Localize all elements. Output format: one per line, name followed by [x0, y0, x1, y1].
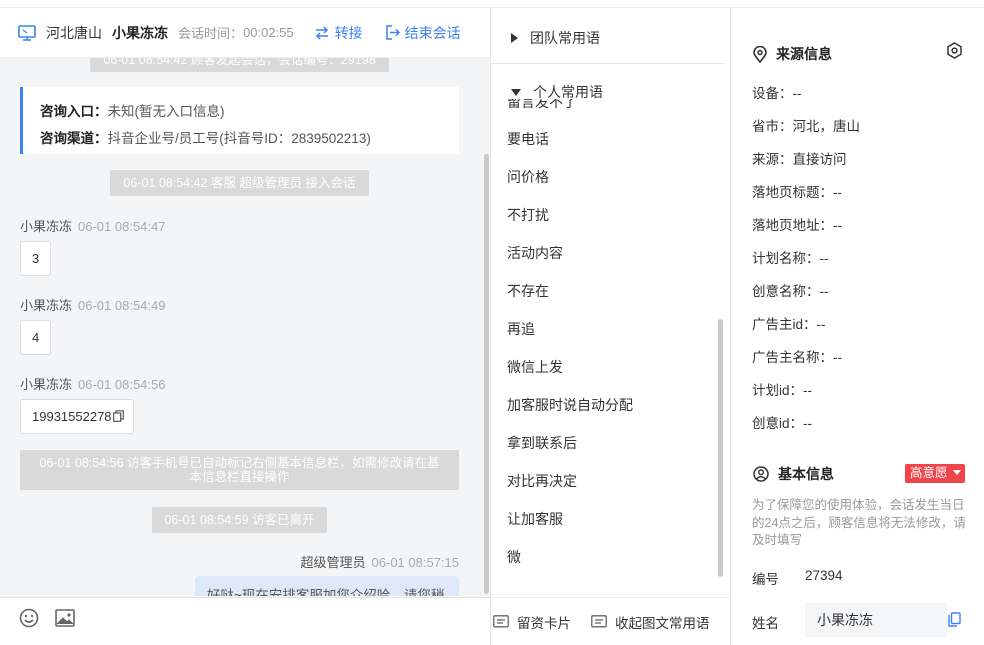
intent-level-dropdown[interactable]: 高意愿: [905, 464, 965, 483]
logout-icon: [385, 25, 400, 40]
system-message-session-start: 06-01 08:54:42 顾客发起会话，会话编号：29198: [90, 58, 389, 72]
chat-panel: 河北唐山 小果冻冻 会话时间： 00:02:55 转接 结束会话 06-01 0…: [0, 0, 491, 645]
transfer-button[interactable]: 转接: [314, 23, 363, 43]
copy-icon[interactable]: [948, 612, 961, 627]
message-sender: 小果冻冻 06-01 08:54:56: [20, 377, 166, 392]
monitor-icon: [18, 24, 36, 41]
phrase-item[interactable]: 要电话: [507, 129, 549, 149]
phrase-item[interactable]: 问价格: [507, 167, 549, 187]
lead-card-button[interactable]: 留资卡片: [493, 612, 571, 632]
info-source: 来源：直接访问: [752, 152, 847, 167]
caret-right-icon: [511, 33, 518, 43]
entry-info-card: 咨询入口：未知(暂无入口信息) 咨询渠道：抖音企业号/员工号(抖音号ID：283…: [20, 87, 459, 154]
id-label: 编号: [752, 572, 779, 587]
end-session-label: 结束会话: [404, 24, 461, 41]
entry-row: 咨询入口：未知(暂无入口信息): [40, 104, 225, 119]
smile-icon[interactable]: [19, 608, 39, 628]
phrase-item[interactable]: 加客服时说自动分配: [507, 395, 633, 415]
info-device: 设备：--: [752, 86, 802, 101]
phrase-item[interactable]: 不打扰: [507, 205, 549, 225]
settings-icon[interactable]: [946, 42, 963, 59]
basic-info-heading: 基本信息: [753, 464, 834, 484]
info-province-city: 省市：河北，唐山: [752, 119, 860, 134]
system-message-agent-join: 06-01 08:54:42 客服 超级管理员 接入会话: [110, 170, 369, 196]
channel-row: 咨询渠道：抖音企业号/员工号(抖音号ID：2839502213): [40, 131, 371, 146]
system-message-visitor-left: 06-01 08:54:59 访客已离开: [152, 507, 327, 533]
phrase-item[interactable]: 不存在: [507, 281, 549, 301]
message-bubble[interactable]: 3: [20, 241, 52, 276]
message-sender: 小果冻冻 06-01 08:54:47: [20, 219, 166, 234]
divider: [491, 63, 724, 64]
personal-phrases-group[interactable]: 个人常用语: [511, 82, 603, 102]
caret-down-icon: [511, 88, 521, 96]
info-advertiser-name: 广告主名称：--: [752, 350, 842, 365]
end-session-button[interactable]: 结束会话: [385, 23, 461, 43]
info-plan-id: 计划id：--: [752, 383, 812, 398]
source-info-heading: 来源信息: [753, 44, 832, 64]
phrase-item[interactable]: 让加客服: [507, 509, 563, 529]
phrase-item[interactable]: 活动内容: [507, 243, 563, 263]
info-landing-title: 落地页标题：--: [752, 185, 842, 200]
info-creative-name: 创意名称：--: [752, 284, 829, 299]
phrase-item[interactable]: 拿到联系后: [507, 433, 577, 453]
message-icon: [591, 615, 607, 628]
message-bubble[interactable]: 4: [20, 320, 52, 355]
transfer-icon: [315, 25, 328, 40]
id-value: 27394: [805, 568, 843, 583]
chat-message-list[interactable]: 06-01 08:54:42 顾客发起会话，会话编号：29198 咨询入口：未知…: [0, 58, 490, 596]
message-sender: 小果冻冻 06-01 08:54:49: [20, 298, 166, 313]
chat-header: 河北唐山 小果冻冻 会话时间： 00:02:55 转接 结束会话: [0, 8, 490, 58]
customer-location: 河北唐山: [46, 24, 102, 41]
message-bubble[interactable]: 19931552278: [20, 399, 134, 434]
name-label: 姓名: [752, 616, 779, 631]
user-circle-icon: [753, 466, 769, 482]
info-plan-name: 计划名称：--: [752, 251, 829, 266]
image-icon[interactable]: [55, 608, 75, 628]
session-time-label: 会话时间：: [178, 26, 244, 41]
agent-sender: 超级管理员 06-01 08:57:15: [300, 555, 459, 570]
system-message-phone-marked: 06-01 08:54:56 访客手机号已自动标记右侧基本信息栏，如需修改请在基…: [20, 450, 459, 490]
phrase-item[interactable]: 对比再决定: [507, 471, 577, 491]
location-pin-icon: [753, 45, 767, 63]
collapse-phrases-button[interactable]: 收起图文常用语: [591, 612, 710, 632]
customer-name: 小果冻冻: [112, 24, 168, 41]
team-phrases-group[interactable]: 团队常用语: [511, 28, 600, 48]
phrases-footer: 留资卡片 收起图文常用语: [491, 597, 730, 645]
copy-icon[interactable]: [112, 410, 124, 422]
phrase-item[interactable]: 微信上发: [507, 357, 563, 377]
customer-info-panel: 来源信息 设备：-- 省市：河北，唐山 来源：直接访问 落地页标题：-- 落地页…: [730, 8, 984, 645]
phrases-panel: 团队常用语 留言发不了 个人常用语 要电话 问价格 不打扰 活动内容 不存在 再…: [491, 8, 730, 597]
info-landing-url: 落地页地址：--: [752, 218, 842, 233]
phrase-item[interactable]: 再追: [507, 319, 535, 339]
chat-toolbar: [0, 597, 490, 645]
agent-message-bubble[interactable]: 好哒~现在安排客服加您介绍哈，请您稍: [195, 576, 459, 596]
card-icon: [493, 615, 509, 628]
name-input[interactable]: [805, 603, 947, 637]
info-advertiser-id: 广告主id：--: [752, 317, 826, 332]
caret-down-icon: [953, 470, 961, 475]
transfer-label: 转接: [334, 24, 363, 41]
chat-scrollbar[interactable]: [484, 154, 489, 594]
info-creative-id: 创意id：--: [752, 416, 812, 431]
phrase-item[interactable]: 微: [507, 547, 521, 567]
top-edge: [0, 0, 984, 8]
edit-notice: 为了保障您的使用体验，会话发生当日的24点之后，顾客信息将无法修改，请及时填写: [752, 498, 966, 547]
phrases-scrollbar[interactable]: [718, 319, 723, 577]
session-time-value: 00:02:55: [243, 25, 294, 40]
